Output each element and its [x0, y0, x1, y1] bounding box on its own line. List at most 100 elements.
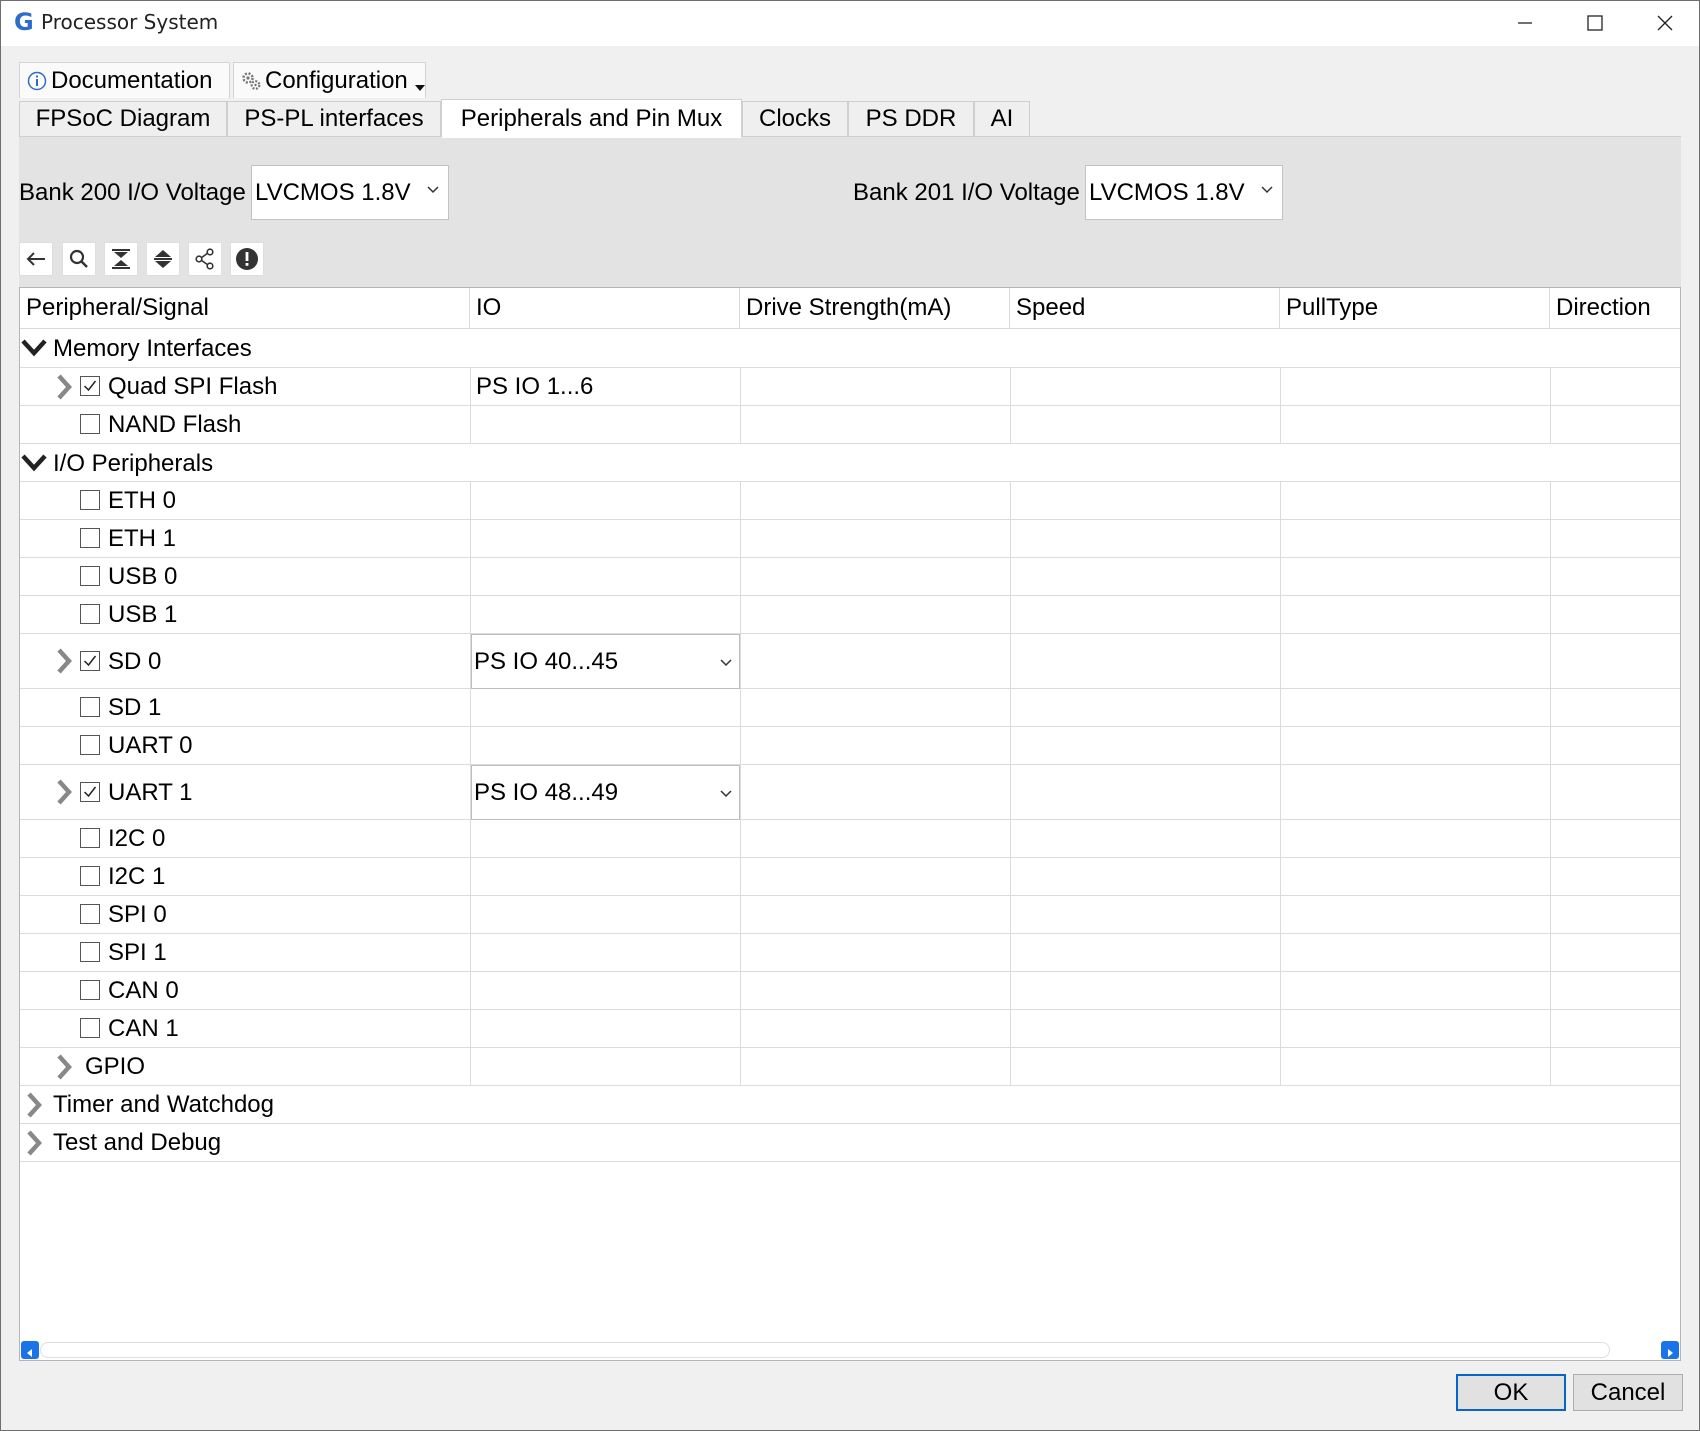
chevron-right-icon[interactable] [56, 1054, 72, 1080]
tab-ps-pl-interfaces[interactable]: PS-PL interfaces [227, 101, 441, 137]
checkbox-sd0[interactable] [80, 651, 100, 671]
bank200-voltage-label: Bank 200 I/O Voltage [19, 179, 246, 206]
minimize-button[interactable] [1490, 0, 1560, 46]
table-row-memory-interfaces[interactable] [20, 329, 1680, 368]
checkbox-eth0[interactable] [80, 490, 100, 510]
scroll-right-button[interactable] [1661, 1341, 1679, 1359]
share-button[interactable] [188, 242, 222, 276]
chevron-right-icon[interactable] [26, 1092, 42, 1118]
window-title: Processor System [41, 10, 219, 34]
header-pulltype[interactable]: PullType [1280, 288, 1550, 329]
row-label: USB 0 [108, 563, 178, 590]
tab-documentation[interactable]: Documentation [19, 62, 230, 98]
checkbox-quad-spi-flash[interactable] [80, 376, 100, 396]
tab-label: Peripherals and Pin Mux [460, 104, 723, 132]
chevron-down-icon[interactable] [21, 453, 47, 473]
chevron-down-icon [720, 659, 732, 667]
minimize-icon [1518, 22, 1532, 24]
header-direction[interactable]: Direction [1550, 288, 1680, 329]
chevron-right-icon[interactable] [56, 648, 72, 674]
chevron-down-icon [1261, 186, 1273, 194]
table-row-usb0[interactable] [20, 558, 1680, 596]
scrollbar-thumb[interactable] [40, 1342, 1610, 1358]
table-row-i2c0[interactable] [20, 820, 1680, 858]
tab-clocks[interactable]: Clocks [742, 101, 848, 137]
checkbox-uart0[interactable] [80, 735, 100, 755]
table-row-nand-flash[interactable] [20, 406, 1680, 444]
tab-ps-ddr[interactable]: PS DDR [848, 101, 974, 137]
expand-all-button[interactable] [146, 242, 180, 276]
row-label: SD 0 [108, 648, 162, 675]
info-alert-button[interactable] [230, 242, 264, 276]
row-label: UART 1 [108, 779, 193, 806]
ok-button[interactable]: OK [1456, 1374, 1566, 1411]
header-speed[interactable]: Speed [1010, 288, 1280, 329]
table-row-eth0[interactable] [20, 482, 1680, 520]
table-row-sd0[interactable] [20, 634, 1680, 689]
group-label: Timer and Watchdog [53, 1091, 274, 1118]
tab-label: AI [990, 105, 1014, 132]
bank200-voltage-select[interactable]: LVCMOS 1.8V [251, 165, 449, 220]
column-divider [740, 482, 741, 1086]
checkbox-sd1[interactable] [80, 697, 100, 717]
tab-label: FPSoC Diagram [35, 105, 211, 132]
checkbox-spi0[interactable] [80, 904, 100, 924]
header-peripheral-signal[interactable]: Peripheral/Signal [20, 288, 470, 329]
chevron-right-icon[interactable] [56, 374, 72, 400]
tab-fpsoc-diagram[interactable]: FPSoC Diagram [19, 101, 227, 137]
table-row-uart1[interactable] [20, 765, 1680, 820]
cancel-button[interactable]: Cancel [1573, 1374, 1683, 1411]
search-button[interactable] [62, 242, 96, 276]
checkbox-nand-flash[interactable] [80, 414, 100, 434]
table-row-spi1[interactable] [20, 934, 1680, 972]
table-row-can0[interactable] [20, 972, 1680, 1010]
collapse-all-button[interactable] [104, 242, 138, 276]
table-row-usb1[interactable] [20, 596, 1680, 634]
checkbox-can1[interactable] [80, 1018, 100, 1038]
table-row-spi0[interactable] [20, 896, 1680, 934]
tab-ai[interactable]: AI [974, 101, 1030, 137]
search-icon [69, 249, 88, 268]
tab-configuration[interactable]: Configuration [233, 62, 426, 98]
title-bar [0, 0, 1700, 46]
bank201-voltage-select[interactable]: LVCMOS 1.8V [1085, 165, 1283, 220]
checkbox-eth1[interactable] [80, 528, 100, 548]
checkbox-i2c0[interactable] [80, 828, 100, 848]
checkbox-i2c1[interactable] [80, 866, 100, 886]
tab-peripherals-pin-mux[interactable]: Peripherals and Pin Mux [441, 99, 742, 138]
checkbox-usb1[interactable] [80, 604, 100, 624]
row-label: SPI 0 [108, 901, 167, 928]
table-row-io-peripherals[interactable] [20, 444, 1680, 482]
chevron-right-icon[interactable] [56, 779, 72, 805]
share-icon [195, 248, 214, 270]
header-io[interactable]: IO [470, 288, 740, 329]
row-label: ETH 0 [108, 487, 177, 514]
maximize-button[interactable] [1560, 0, 1630, 46]
row-label: CAN 1 [108, 1015, 179, 1042]
checkbox-can0[interactable] [80, 980, 100, 1000]
table-row-can1[interactable] [20, 1010, 1680, 1048]
chevron-down-icon[interactable] [21, 338, 47, 358]
checkbox-uart1[interactable] [80, 782, 100, 802]
table-row-test-debug[interactable] [20, 1124, 1680, 1162]
checkbox-usb0[interactable] [80, 566, 100, 586]
chevron-right-icon[interactable] [26, 1130, 42, 1156]
table-row-i2c1[interactable] [20, 858, 1680, 896]
tab-label: PS DDR [865, 105, 957, 132]
sd0-io-select[interactable]: PS IO 40...45 [471, 634, 740, 689]
column-divider [1280, 482, 1281, 1086]
table-row-eth1[interactable] [20, 520, 1680, 558]
group-label: I/O Peripherals [53, 450, 214, 477]
header-drive-strength[interactable]: Drive Strength(mA) [740, 288, 1010, 329]
table-row-uart0[interactable] [20, 727, 1680, 765]
group-label: Memory Interfaces [53, 335, 252, 362]
back-button[interactable] [19, 242, 53, 276]
column-divider [1280, 368, 1281, 444]
checkbox-spi1[interactable] [80, 942, 100, 962]
table-row-sd1[interactable] [20, 689, 1680, 727]
close-button[interactable] [1630, 0, 1700, 46]
table-row-gpio[interactable] [20, 1048, 1680, 1086]
scroll-left-button[interactable] [21, 1341, 39, 1359]
column-divider [1550, 482, 1551, 1086]
uart1-io-select[interactable]: PS IO 48...49 [471, 765, 740, 820]
